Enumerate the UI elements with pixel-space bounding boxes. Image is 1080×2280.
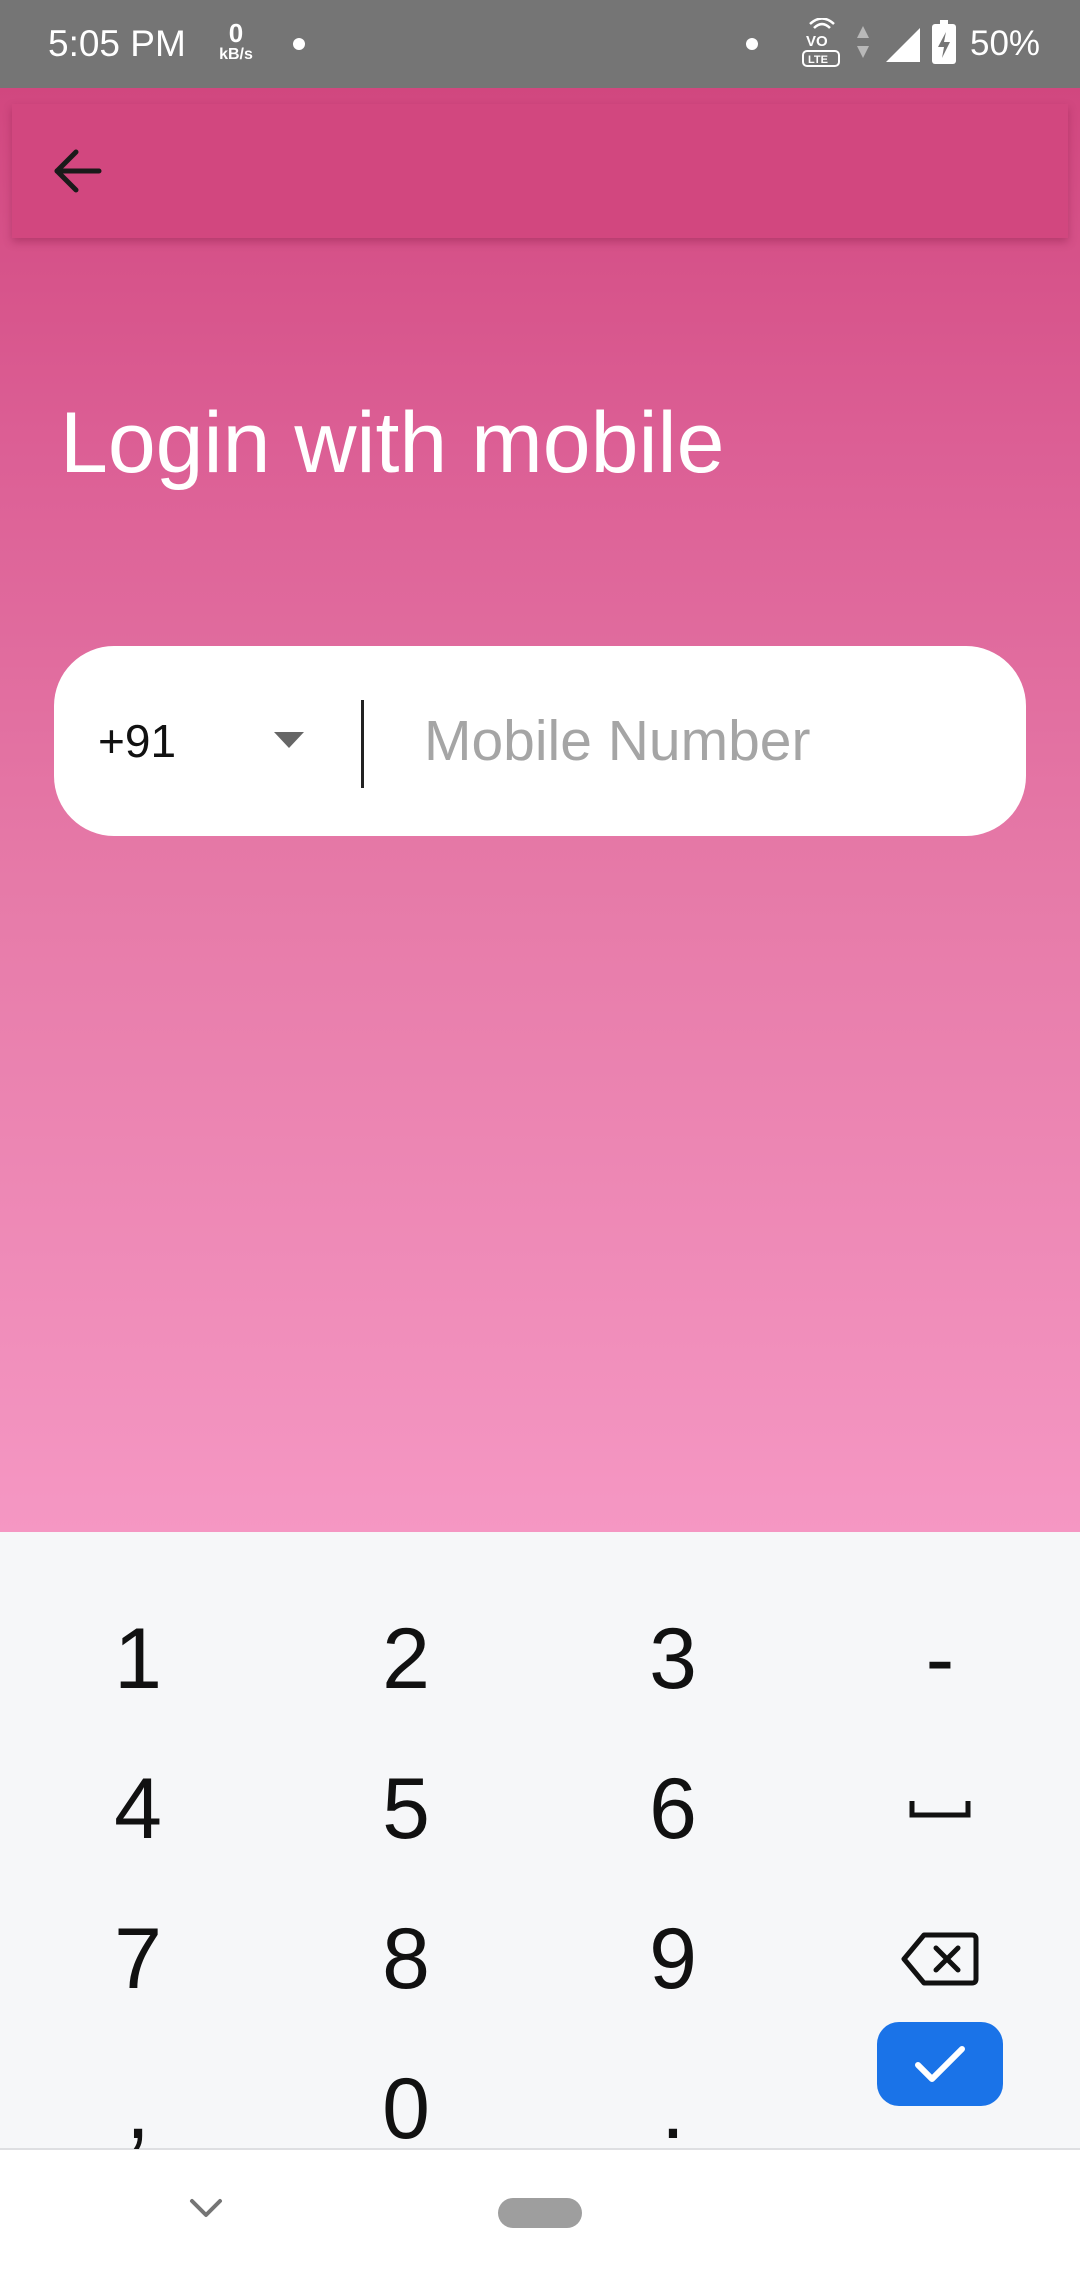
- key-backspace[interactable]: [820, 1884, 1060, 2034]
- country-code-value: +91: [98, 715, 177, 767]
- battery-charging-icon: [932, 20, 956, 64]
- network-speed-unit: kB/s: [219, 46, 253, 63]
- volte-icon: VO LTE: [802, 18, 840, 67]
- mobile-number-input[interactable]: [424, 686, 984, 796]
- login-screen: Login with mobile +91: [0, 88, 1080, 1532]
- status-bar: 5:05 PM 0 kB/s VO LTE 50%: [0, 0, 1080, 88]
- phone-number-field: +91: [54, 646, 1026, 836]
- network-speed-value: 0: [228, 18, 244, 48]
- network-speed: 0 kB/s: [212, 20, 260, 63]
- backspace-icon: [901, 1932, 979, 1986]
- space-bar-icon: [909, 1801, 971, 1818]
- country-code-dropdown[interactable]: +91: [54, 646, 354, 836]
- key-4[interactable]: 4: [18, 1734, 258, 1884]
- page-title: Login with mobile: [60, 395, 725, 491]
- key-space[interactable]: [820, 1734, 1060, 1884]
- arrow-left-icon: [54, 149, 102, 193]
- volte-label-top: VO: [806, 33, 828, 50]
- key-9[interactable]: 9: [553, 1884, 793, 2034]
- app-bar: [12, 104, 1068, 238]
- signal-icon: [886, 28, 920, 62]
- home-pill-icon[interactable]: [498, 2198, 582, 2228]
- key-3[interactable]: 3: [553, 1584, 793, 1734]
- key-7[interactable]: 7: [18, 1884, 258, 2034]
- checkmark-icon: [915, 2046, 965, 2082]
- back-button[interactable]: [42, 135, 114, 207]
- done-key[interactable]: [877, 2022, 1003, 2106]
- notification-dot-icon: [746, 38, 758, 50]
- key-8[interactable]: 8: [286, 1884, 526, 2034]
- status-time: 5:05 PM: [48, 23, 186, 64]
- key-5[interactable]: 5: [286, 1734, 526, 1884]
- data-arrows-icon: [857, 26, 869, 58]
- battery-percent: 50%: [970, 24, 1041, 63]
- key-minus-label: -: [925, 1610, 955, 1707]
- key-minus[interactable]: -: [820, 1584, 1060, 1734]
- text-cursor: [361, 700, 364, 788]
- caret-down-icon: [274, 732, 304, 748]
- key-6[interactable]: 6: [553, 1734, 793, 1884]
- chevron-down-icon[interactable]: [186, 2195, 226, 2221]
- key-1[interactable]: 1: [18, 1584, 258, 1734]
- key-2[interactable]: 2: [286, 1584, 526, 1734]
- notification-dot-icon: [293, 38, 305, 50]
- numeric-keyboard: 1 2 3 - 4 5 6 7 8 9 , 0 .: [0, 1532, 1080, 2157]
- navigation-bar: [0, 2150, 1080, 2280]
- volte-label-bottom: LTE: [808, 54, 828, 66]
